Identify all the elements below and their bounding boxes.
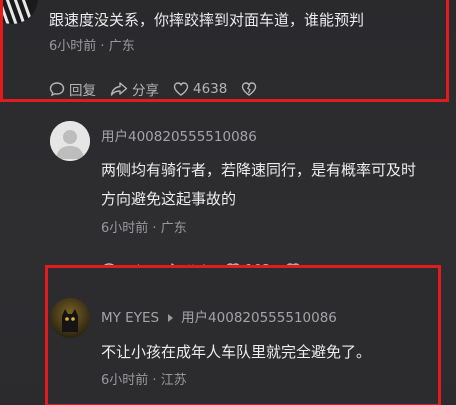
reply-time: 6小时前 xyxy=(101,373,149,388)
heart-icon xyxy=(173,82,189,96)
caret-right-icon xyxy=(168,314,174,322)
reply-2: MY EYES 用户400820555510086 不让小孩在成年人车队里就完全… xyxy=(48,268,438,405)
reply-time: 6小时前 xyxy=(101,221,149,236)
reply-text-line-1: 两侧均有骑行者，若降速同行，是有概率可及时 xyxy=(101,161,417,179)
meta-separator: · xyxy=(152,373,161,388)
reply-header: MY EYES 用户400820555510086 xyxy=(101,309,337,327)
reply-text-line-2: 方向避免这起事故的 xyxy=(101,190,237,208)
reply-button[interactable]: 回复 xyxy=(49,79,96,99)
reply-icon xyxy=(49,82,65,97)
like-count: 4638 xyxy=(193,81,228,97)
like-button[interactable]: 4638 xyxy=(173,81,227,97)
reply-location: 江苏 xyxy=(160,373,187,388)
meta-separator: · xyxy=(100,39,109,54)
avatar[interactable] xyxy=(50,298,90,338)
comment-1: 跟速度没关系，你摔跤摔到对面车道，谁能预判 6小时前 · 广东 回复 分享 46… xyxy=(0,0,456,104)
avatar[interactable] xyxy=(50,121,90,161)
comment-location: 广东 xyxy=(108,39,135,54)
share-label: 分享 xyxy=(132,83,159,99)
reply-meta: 6小时前 · 江苏 xyxy=(101,372,187,390)
avatar[interactable] xyxy=(0,0,38,24)
share-icon xyxy=(110,82,128,96)
comment-text: 跟速度没关系，你摔跤摔到对面车道，谁能预判 xyxy=(49,11,365,29)
comment-actions: 回复 分享 4638 xyxy=(49,79,275,99)
share-button[interactable]: 分享 xyxy=(110,79,159,99)
reply-location: 广东 xyxy=(160,221,187,236)
comment-thread: 跟速度没关系，你摔跤摔到对面车道，谁能预判 6小时前 · 广东 回复 分享 46… xyxy=(0,0,456,405)
username[interactable]: 用户400820555510086 xyxy=(101,128,257,146)
username[interactable]: MY EYES xyxy=(101,309,159,327)
reply-label: 回复 xyxy=(69,83,96,99)
meta-separator: · xyxy=(152,221,161,236)
cat-avatar-icon xyxy=(50,298,90,338)
comment-meta: 6小时前 · 广东 xyxy=(49,38,135,56)
reply-text: 不让小孩在成年人车队里就完全避免了。 xyxy=(101,343,372,361)
dislike-button[interactable] xyxy=(241,81,261,97)
comment-time: 6小时前 xyxy=(49,39,97,54)
reply-to-username[interactable]: 用户400820555510086 xyxy=(181,309,337,327)
reply-meta: 6小时前 · 广东 xyxy=(101,220,187,238)
default-user-icon xyxy=(50,121,90,161)
broken-heart-icon xyxy=(242,82,257,96)
reply-1: 用户400820555510086 两侧均有骑行者，若降速同行，是有概率可及时 … xyxy=(0,104,456,280)
